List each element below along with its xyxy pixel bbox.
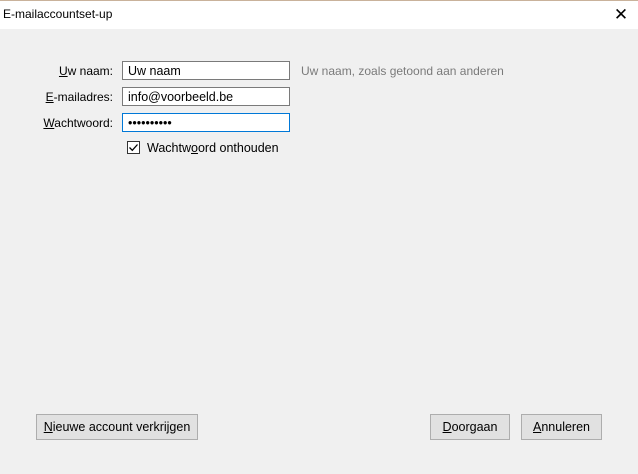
- password-input[interactable]: [122, 113, 290, 132]
- new-account-button[interactable]: Nieuwe account verkrijgen: [36, 414, 198, 440]
- name-label: Uw naam:: [58, 64, 113, 78]
- continue-button[interactable]: Doorgaan: [430, 414, 510, 440]
- cancel-button[interactable]: Annuleren: [521, 414, 602, 440]
- name-input[interactable]: [122, 61, 290, 80]
- email-label: E-mailadres:: [45, 90, 113, 104]
- password-label: Wachtwoord:: [43, 116, 113, 130]
- checkmark-icon: [129, 144, 138, 152]
- email-input[interactable]: [122, 87, 290, 106]
- setup-dialog: E-mailaccountset-up ✕ Uw naam: Uw naam, …: [0, 0, 638, 474]
- remember-password-label[interactable]: Wachtwoord onthouden: [147, 141, 279, 155]
- close-icon[interactable]: ✕: [604, 1, 638, 29]
- title-bar: E-mailaccountset-up ✕: [0, 0, 638, 29]
- remember-password-checkbox[interactable]: [127, 141, 140, 154]
- window-title: E-mailaccountset-up: [3, 7, 113, 21]
- name-hint: Uw naam, zoals getoond aan anderen: [301, 64, 504, 78]
